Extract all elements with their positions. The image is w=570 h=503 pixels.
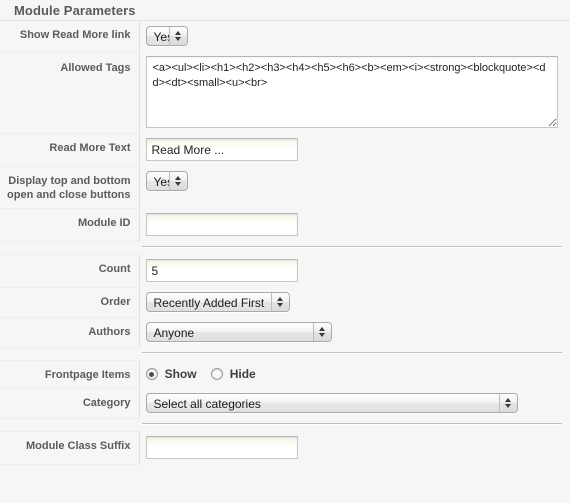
label-module-id: Module ID [0,208,140,242]
divider [142,352,562,354]
label-frontpage-items: Frontpage Items [0,360,140,389]
module-parameters-form: Show Read More link Yes Allowed Tags <a>… [0,21,570,465]
category-value: Select all categories [153,397,261,411]
authors-value: Anyone [153,326,195,340]
chevron-updown-icon [498,394,517,412]
page-title: Module Parameters [14,3,136,18]
row-module-class-suffix: Module Class Suffix [0,431,570,465]
separator-field-spacer [139,418,570,431]
display-buttons-select[interactable]: Yes [145,171,188,191]
label-display-buttons: Display top and bottom open and close bu… [0,166,140,209]
row-module-id: Module ID [0,208,570,242]
radio-icon [210,368,223,380]
panel-header: Module Parameters [0,0,570,21]
read-more-text-input[interactable]: Read More ... [145,138,298,161]
section-separator-1 [0,241,570,255]
frontpage-items-radio-show[interactable]: Show [145,367,197,381]
row-frontpage-items: Frontpage Items Show Hide [0,360,570,389]
module-class-suffix-input[interactable] [145,436,298,459]
field-authors: Anyone [139,317,570,347]
chevron-updown-icon [270,293,289,311]
frontpage-items-radio-hide[interactable]: Hide [210,367,256,381]
row-read-more-text: Read More Text Read More ... [0,133,570,167]
chevron-updown-icon [312,323,331,341]
field-count: 5 [139,254,570,287]
label-category: Category [0,388,140,419]
show-read-more-select[interactable]: Yes [145,26,188,46]
count-input[interactable]: 5 [145,259,298,282]
label-count: Count [0,254,140,288]
field-display-buttons: Yes [139,166,570,208]
row-count: Count 5 [0,254,570,288]
row-allowed-tags: Allowed Tags <a><ul><li><h1><h2><h3><h4>… [0,51,570,134]
category-select[interactable]: Select all categories [145,393,518,413]
frontpage-items-radio-group: Show Hide [145,365,565,381]
section-separator-3 [0,418,570,432]
label-order: Order [0,287,140,318]
field-frontpage-items: Show Hide [139,360,570,388]
label-authors: Authors [0,317,140,348]
section-separator-2 [0,347,570,361]
divider [142,423,562,425]
frontpage-items-radio-show-label: Show [164,367,197,381]
label-show-read-more: Show Read More link [0,21,140,52]
field-allowed-tags: <a><ul><li><h1><h2><h3><h4><h5><h6><b><e… [139,51,570,133]
separator-field-spacer [139,241,570,254]
field-module-id [139,208,570,241]
separator-field-spacer [139,347,570,360]
order-value: Recently Added First [153,296,265,310]
chevron-updown-icon [168,172,187,190]
separator-label-spacer [0,241,139,255]
module-id-input[interactable] [145,213,298,236]
chevron-updown-icon [168,27,187,45]
row-category: Category Select all categories [0,388,570,419]
label-module-class-suffix: Module Class Suffix [0,431,140,465]
row-show-read-more: Show Read More link Yes [0,21,570,52]
separator-label-spacer [0,347,139,361]
row-order: Order Recently Added First [0,287,570,318]
separator-label-spacer [0,418,139,432]
field-module-class-suffix [139,431,570,464]
radio-icon [145,368,158,380]
label-allowed-tags: Allowed Tags [0,51,140,134]
label-read-more-text: Read More Text [0,133,140,167]
order-select[interactable]: Recently Added First [145,292,290,312]
frontpage-items-radio-hide-label: Hide [229,367,256,381]
field-read-more-text: Read More ... [139,133,570,166]
field-order: Recently Added First [139,287,570,317]
authors-select[interactable]: Anyone [145,322,332,342]
module-parameters-panel: Module Parameters Show Read More link Ye… [0,0,570,503]
row-authors: Authors Anyone [0,317,570,348]
field-category: Select all categories [139,388,570,418]
allowed-tags-textarea[interactable]: <a><ul><li><h1><h2><h3><h4><h5><h6><b><e… [145,56,558,128]
divider [142,246,562,248]
row-display-buttons: Display top and bottom open and close bu… [0,166,570,209]
field-show-read-more: Yes [139,21,570,51]
